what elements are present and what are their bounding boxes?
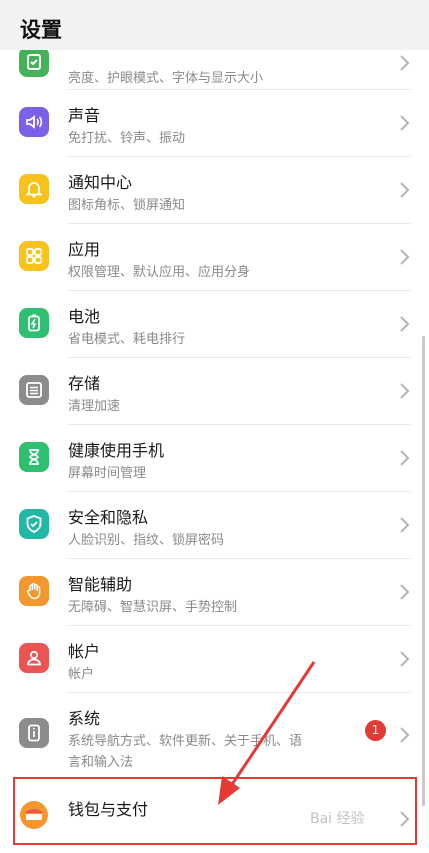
settings-item-apps[interactable]: 应用 权限管理、默认应用、应用分身 [0,224,429,291]
settings-item-title: 通知中心 [68,173,133,192]
settings-item-system[interactable]: 系统 系统导航方式、软件更新、关于手机、语 言和输入法 1 [0,693,429,777]
battery-icon [19,308,49,338]
update-badge: 1 [365,720,386,741]
settings-item-smart-assist[interactable]: 智能辅助 无障碍、智慧识屏、手势控制 [0,559,429,626]
page-title: 设置 [20,18,62,42]
settings-item-battery[interactable]: 电池 省电模式、耗电排行 [0,291,429,358]
chevron-right-icon [400,450,410,466]
bell-icon [19,174,49,204]
settings-item-subtitle: 屏幕时间管理 [68,466,147,481]
settings-item-storage[interactable]: 存储 清理加速 [0,358,429,425]
shield-icon [19,509,49,539]
settings-item-title: 声音 [68,106,101,125]
chevron-right-icon [400,517,410,533]
settings-item-title: 存储 [68,374,101,393]
settings-item-subtitle-line2: 言和输入法 [68,755,134,770]
settings-item-subtitle: 人脸识别、指纹、锁屏密码 [68,533,225,548]
chevron-right-icon [400,383,410,399]
settings-item-notifications[interactable]: 通知中心 图标角标、锁屏通知 [0,157,429,224]
chevron-right-icon [400,584,410,600]
settings-item-subtitle: 免打扰、铃声、振动 [68,131,186,146]
chevron-right-icon [400,249,410,265]
settings-item-title: 安全和隐私 [68,508,149,527]
settings-item-subtitle: 系统导航方式、软件更新、关于手机、语 [68,734,303,749]
hand-icon [19,576,49,606]
settings-item-subtitle: 无障碍、智慧识屏、手势控制 [68,600,238,615]
settings-item-subtitle: 清理加速 [68,399,121,414]
phone-info-icon [19,718,49,748]
settings-item-subtitle: 图标角标、锁屏通知 [68,198,186,213]
settings-item-subtitle: 亮度、护眼模式、字体与显示大小 [68,71,264,86]
header: 设置 [0,0,429,50]
watermark: Bai 经验 [310,811,365,827]
settings-item-subtitle: 帐户 [68,667,95,682]
speaker-icon [19,107,49,137]
settings-item-digital-balance[interactable]: 健康使用手机 屏幕时间管理 [0,425,429,492]
settings-item-title: 智能辅助 [68,575,133,594]
chevron-right-icon [400,316,410,332]
display-icon [19,50,49,77]
chevron-right-icon [400,55,410,71]
settings-list: 亮度、护眼模式、字体与显示大小 声音 免打扰、铃声、振动 通知中心 图标角标、锁… [0,50,429,853]
settings-item-title: 健康使用手机 [68,441,165,460]
settings-item-subtitle: 省电模式、耗电排行 [68,332,186,347]
hourglass-icon [19,442,49,472]
user-icon [19,643,49,673]
settings-item-title: 应用 [68,240,101,259]
apps-grid-icon [19,241,49,271]
settings-item-security[interactable]: 安全和隐私 人脸识别、指纹、锁屏密码 [0,492,429,559]
chevron-right-icon [400,651,410,667]
settings-item-title: 电池 [68,307,101,326]
settings-item-subtitle: 权限管理、默认应用、应用分身 [68,265,251,280]
settings-item-account[interactable]: 帐户 帐户 [0,626,429,693]
settings-item-title: 系统 [68,709,101,728]
chevron-right-icon [400,115,410,131]
settings-item-title: 帐户 [68,642,101,661]
chevron-right-icon [400,727,410,743]
settings-item-sound[interactable]: 声音 免打扰、铃声、振动 [0,90,429,157]
chevron-right-icon [400,182,410,198]
storage-icon [19,375,49,405]
scrollbar[interactable] [422,336,425,806]
